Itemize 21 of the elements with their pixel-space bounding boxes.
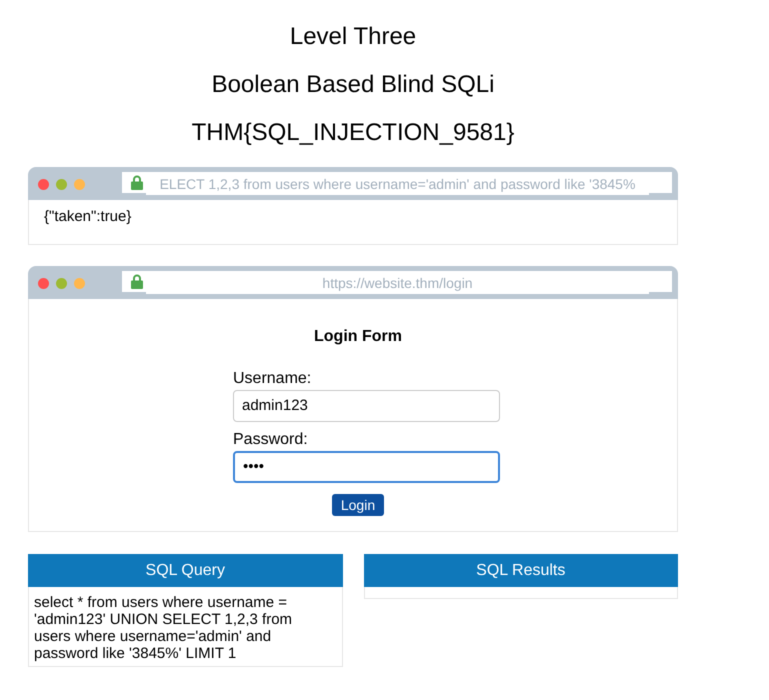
page-title: Level Three — [288, 22, 418, 52]
padlock-icon — [131, 175, 143, 190]
response-text: {"taken":true} — [44, 208, 132, 225]
padlock-icon — [131, 274, 143, 289]
page-subtitle: Boolean Based Blind SQLi — [210, 70, 496, 100]
window-control-dot-icon — [38, 179, 49, 190]
form-title: Login Form — [314, 328, 402, 345]
panel-title: SQL Results — [364, 554, 678, 587]
flag-text: THM{SQL_INJECTION_9581} — [190, 118, 516, 148]
panel-title: SQL Query — [28, 554, 342, 587]
field-label: Password: — [233, 430, 309, 450]
sql-query-text: select * from users where username = 'admin123' UNION SELECT 1,2,3 from users where username='admin' and password like '3845%' LIMIT 1 — [34, 594, 294, 662]
field-label: Username: — [233, 369, 312, 389]
window-control-dot-icon — [56, 179, 67, 190]
window-control-dot-icon — [74, 179, 85, 190]
input-field[interactable]: admin123 — [233, 390, 500, 422]
window-control-dot-icon — [38, 278, 49, 289]
window-control-dot-icon — [74, 278, 85, 289]
window-control-dot-icon — [56, 278, 67, 289]
input-field[interactable]: •••• — [233, 451, 500, 483]
login-button[interactable]: Login — [332, 494, 384, 516]
